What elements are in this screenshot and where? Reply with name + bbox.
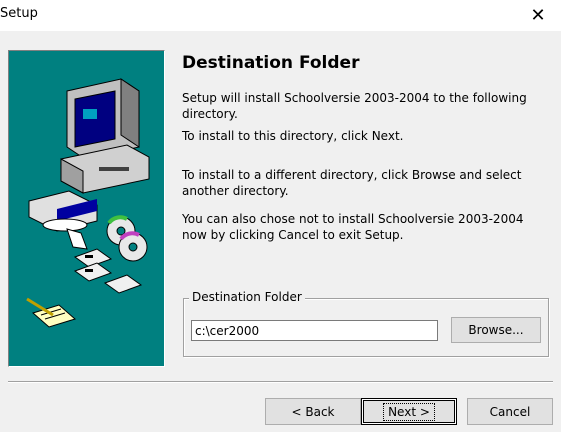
destination-path-input[interactable]	[191, 320, 438, 341]
destination-folder-label: Destination Folder	[189, 290, 305, 304]
next-button[interactable]: Next >	[361, 398, 457, 425]
window-title: Setup	[0, 6, 38, 21]
cd-disc-icon	[106, 215, 148, 262]
computer-install-illustration	[26, 78, 150, 328]
setup-illustration-panel	[8, 50, 165, 367]
close-button[interactable]: ✕	[515, 0, 561, 31]
cancel-button[interactable]: Cancel	[467, 398, 553, 425]
title-bar: Setup ✕	[0, 0, 561, 31]
button-separator	[8, 381, 553, 383]
back-button-label: < Back	[291, 404, 335, 419]
cancel-button-label: Cancel	[489, 404, 531, 419]
notepad-pencil-icon	[26, 297, 77, 328]
cancel-info-text: You can also chose not to install School…	[182, 212, 524, 242]
next-button-label: Next >	[383, 402, 435, 421]
drive-icon	[28, 190, 98, 250]
install-location-text: Setup will install Schoolversie 2003-200…	[182, 91, 527, 121]
browse-button[interactable]: Browse...	[451, 317, 541, 343]
back-button[interactable]: < Back	[265, 398, 361, 425]
close-icon: ✕	[530, 5, 546, 26]
click-next-text: To install to this directory, click Next…	[182, 129, 404, 143]
page-heading: Destination Folder	[182, 53, 360, 73]
click-browse-text: To install to a different directory, cli…	[182, 168, 522, 198]
browse-button-label: Browse...	[468, 323, 524, 337]
